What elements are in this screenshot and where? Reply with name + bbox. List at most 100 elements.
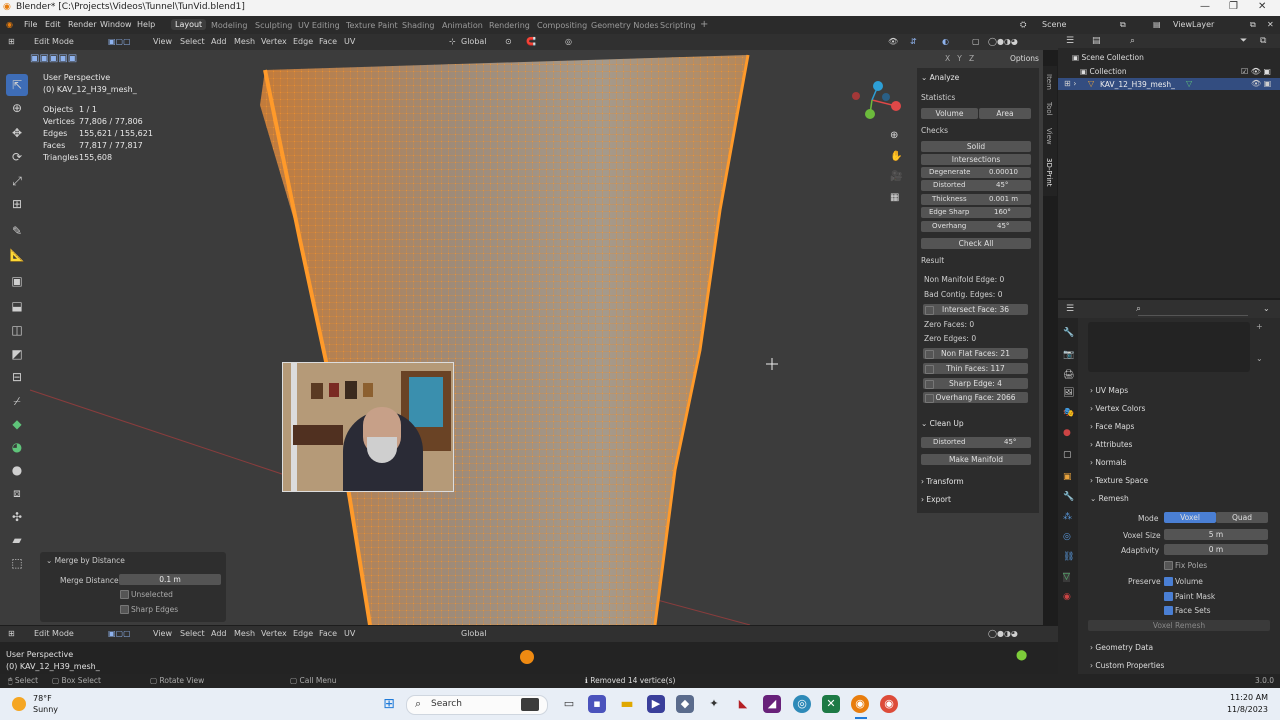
vp-menu-vertex[interactable]: Vertex <box>261 37 287 46</box>
menu-window[interactable]: Window <box>100 20 132 29</box>
weather-condition[interactable]: Sunny <box>33 705 58 714</box>
timeline-shading-icons[interactable]: ◯●◑◕ <box>988 629 1018 638</box>
timeline-editor-icon[interactable]: ⊞ <box>8 629 15 638</box>
section-face-maps[interactable]: › Face Maps <box>1090 422 1134 431</box>
app-icon-7[interactable]: ◣ <box>734 695 752 713</box>
spin-tool-icon[interactable]: ◕ <box>6 436 28 458</box>
overhang-field[interactable]: Overhang 45° <box>921 221 1031 232</box>
vp-menu-mesh[interactable]: Mesh <box>234 37 255 46</box>
object-visibility-icons[interactable]: 👁 ▣ <box>1251 79 1271 88</box>
extrude-tool-icon[interactable]: ⬓ <box>6 295 28 317</box>
select-mode-icons[interactable]: ▣▢▢ <box>108 37 131 46</box>
thickness-field[interactable]: Thickness 0.001 m <box>921 194 1031 205</box>
remesh-mode-quad[interactable]: Quad <box>1216 512 1268 523</box>
viewport-canvas[interactable] <box>0 50 1043 625</box>
edge-sharp-field[interactable]: Edge Sharp 160° <box>921 207 1031 218</box>
timeline-menu-face[interactable]: Face <box>319 629 337 638</box>
mirror-axis-toggles[interactable]: X Y Z <box>945 54 974 63</box>
expand-icon[interactable]: ⊞ › <box>1064 79 1076 88</box>
3d-viewport[interactable]: ▣▣▣▣▣ ⇱ ⊕ ✥ ⟳ ⤢ ⊞ ✎ 📐 ▣ ⬓ ◫ ◩ ⊟ ⌿ ◆ ◕ ● … <box>0 50 1043 625</box>
smooth-tool-icon[interactable]: ● <box>6 459 28 481</box>
result-sharp-edge-button[interactable]: Sharp Edge: 4 <box>923 378 1028 389</box>
move-tool-icon[interactable]: ✥ <box>6 122 28 144</box>
check-all-button[interactable]: Check All <box>921 238 1031 249</box>
timeline-menu-uv[interactable]: UV <box>344 629 355 638</box>
mirror-x[interactable]: X <box>945 54 950 63</box>
section-geometry-data[interactable]: › Geometry Data <box>1090 643 1153 652</box>
gizmo-toggle-icon[interactable]: ⇵ <box>910 37 917 46</box>
workspace-tab-modeling[interactable]: Modeling <box>211 21 247 30</box>
clock-date[interactable]: 11/8/2023 <box>1224 705 1268 714</box>
section-remesh[interactable]: ⌄ Remesh <box>1090 494 1129 503</box>
data-tab-icon[interactable]: ▽ <box>1063 572 1070 582</box>
vp-menu-select[interactable]: Select <box>180 37 205 46</box>
scale-tool-icon[interactable]: ⤢ <box>6 170 28 192</box>
rotate-tool-icon[interactable]: ⟳ <box>6 146 28 168</box>
editor-type-icon[interactable]: ⊞ <box>8 37 15 46</box>
cleanup-section-header[interactable]: ⌄ Clean Up <box>921 419 964 428</box>
workspace-tab-rendering[interactable]: Rendering <box>489 21 530 30</box>
view-layer-copy-icon[interactable]: ⧉ <box>1250 20 1256 30</box>
remesh-mode-voxel[interactable]: Voxel <box>1164 512 1216 523</box>
transform-section-header[interactable]: › Transform <box>921 477 964 486</box>
vp-menu-edge[interactable]: Edge <box>293 37 313 46</box>
timeline-menu-select[interactable]: Select <box>180 629 205 638</box>
powershell-icon[interactable]: ▶ <box>647 695 665 713</box>
close-icon[interactable]: ✕ <box>1258 1 1266 12</box>
workspace-tab-shading[interactable]: Shading <box>402 21 435 30</box>
filter-icon[interactable]: ⏷ <box>1240 36 1247 46</box>
properties-options-icon[interactable]: ⌄ <box>1263 304 1270 313</box>
menu-help[interactable]: Help <box>137 20 155 29</box>
pan-hand-icon[interactable]: ✋ <box>890 151 902 162</box>
degenerate-field[interactable]: Degenerate 0.00010 <box>921 167 1031 178</box>
timeline-mode-dropdown[interactable]: Edit Mode <box>34 629 74 638</box>
section-normals[interactable]: › Normals <box>1090 458 1126 467</box>
result-intersect-face-button[interactable]: Intersect Face: 36 <box>923 304 1028 315</box>
menu-render[interactable]: Render <box>68 20 96 29</box>
area-button[interactable]: Area <box>979 108 1031 119</box>
overlay-toggle-icon[interactable]: ◐ <box>942 37 949 46</box>
bevel-tool-icon[interactable]: ◩ <box>6 343 28 365</box>
chrome-icon[interactable]: ◉ <box>880 695 898 713</box>
app-icon-6[interactable]: ✦ <box>705 695 723 713</box>
workspace-tab-geometry-nodes[interactable]: Geometry Nodes <box>591 21 658 30</box>
workspace-tab-texture-paint[interactable]: Texture Paint <box>346 21 398 30</box>
workspace-tab-animation[interactable]: Animation <box>442 21 483 30</box>
solid-button[interactable]: Solid <box>921 141 1031 152</box>
volume-button[interactable]: Volume <box>921 108 978 119</box>
proportional-edit-icon[interactable]: ◎ <box>565 37 572 46</box>
xray-icon[interactable]: ▢ <box>972 37 980 46</box>
list-menu-icon[interactable]: ⌄ <box>1256 354 1263 363</box>
menu-edit[interactable]: Edit <box>45 20 61 29</box>
collection-tab-icon[interactable]: ▢ <box>1063 450 1072 460</box>
timeline-area[interactable]: User Perspective (0) KAV_12_H39_mesh_ ⬤ <box>0 642 1058 674</box>
clock-time[interactable]: 11:20 AM <box>1228 693 1268 702</box>
rip-tool-icon[interactable]: ⬚ <box>6 552 28 574</box>
properties-search-icon[interactable]: ⌕ <box>1136 304 1141 314</box>
workspace-tab-uv-editing[interactable]: UV Editing <box>298 21 340 30</box>
operator-panel-title[interactable]: ⌄ Merge by Distance <box>46 556 125 565</box>
timeline-menu-add[interactable]: Add <box>211 629 227 638</box>
scene-name[interactable]: Scene <box>1042 20 1066 29</box>
timeline-menu-mesh[interactable]: Mesh <box>234 629 255 638</box>
timeline-menu-view[interactable]: View <box>153 629 172 638</box>
outliner-search-icon[interactable]: ⌕ <box>1130 36 1135 46</box>
playhead-marker[interactable] <box>520 650 534 664</box>
fix-poles-checkbox[interactable] <box>1164 561 1173 570</box>
options-dropdown[interactable]: Options <box>1010 54 1039 63</box>
export-section-header[interactable]: › Export <box>921 495 951 504</box>
taskbar-search-box[interactable]: ⌕ Search <box>406 695 548 715</box>
result-overhang-face-button[interactable]: Overhang Face: 2066 <box>923 392 1028 403</box>
edge-slide-tool-icon[interactable]: ⧈ <box>6 482 28 504</box>
outliner-editor-icon[interactable]: ☰ <box>1066 36 1074 46</box>
collection-row[interactable]: ▣ Collection <box>1080 67 1127 76</box>
render-tab-icon[interactable]: 📷 <box>1063 350 1074 360</box>
result-non-flat-faces-button[interactable]: Non Flat Faces: 21 <box>923 348 1028 359</box>
shading-modes-icon[interactable]: ◯●◑◕ <box>988 37 1018 46</box>
scene-tab-icon[interactable]: 🎭 <box>1063 408 1074 418</box>
file-explorer-icon[interactable]: ▬ <box>618 695 636 713</box>
particles-tab-icon[interactable]: ⁂ <box>1063 512 1072 522</box>
timeline-menu-edge[interactable]: Edge <box>293 629 313 638</box>
visual-studio-icon[interactable]: ◢ <box>763 695 781 713</box>
collection-visibility-icons[interactable]: ☑ 👁 ▣ <box>1241 67 1271 76</box>
